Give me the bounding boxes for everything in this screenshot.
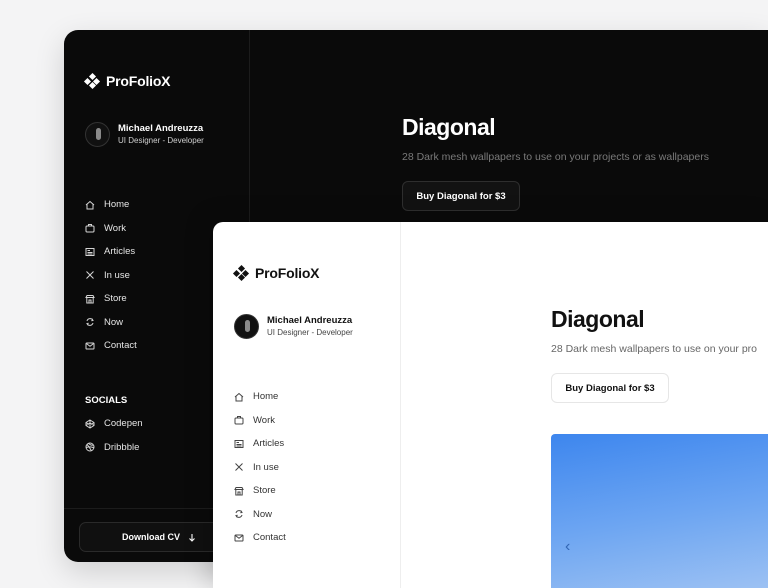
nav-item-now[interactable]: Now [85,311,137,335]
profile-name: Michael Andreuzza [267,315,353,326]
codepen-icon [85,419,95,429]
nav-item-articles[interactable]: Articles [234,432,286,456]
logo-icon [232,264,250,282]
store-icon [85,294,95,304]
brand-name: ProFolioX [106,73,171,89]
briefcase-icon [85,224,95,233]
product-title: Diagonal [402,114,496,140]
briefcase-icon [234,416,244,425]
socials-heading: SOCIALS [85,395,128,406]
nav-item-in-use[interactable]: In use [85,264,137,288]
buy-button[interactable]: Buy Diagonal for $3 [551,373,669,403]
nav-item-work[interactable]: Work [85,217,137,241]
mail-icon [234,534,244,542]
avatar [234,314,259,339]
arrow-down-icon [189,533,195,542]
dark-nav: Home Work Articles In use Store Now Cont… [85,193,137,358]
profile-name: Michael Andreuzza [118,123,204,134]
light-sidebar: ProFolioX Michael Andreuzza UI Designer … [213,222,401,588]
product-subtitle: 28 Dark mesh wallpapers to use on your p… [551,343,758,355]
dribbble-icon [85,442,95,452]
nav-item-work[interactable]: Work [234,409,286,433]
social-label: Codepen [104,418,143,430]
logo-icon [83,72,101,90]
social-item-dribbble[interactable]: Dribbble [85,436,143,460]
profile: Michael Andreuzza UI Designer - Develope… [234,314,353,339]
socials-list: Codepen Dribbble [85,412,143,459]
newspaper-icon [234,439,244,448]
nav-label: Now [104,316,124,328]
nav-label: Articles [253,438,285,450]
nav-label: Home [104,199,130,211]
brand-logo[interactable]: ProFolioX [83,72,171,90]
nav-item-store[interactable]: Store [85,287,137,311]
refresh-icon [235,510,243,519]
nav-item-articles[interactable]: Articles [85,240,137,264]
nav-item-contact[interactable]: Contact [234,526,286,550]
social-item-codepen[interactable]: Codepen [85,412,143,436]
nav-item-contact[interactable]: Contact [85,334,137,358]
brand-logo[interactable]: ProFolioX [232,264,320,282]
refresh-icon [86,318,94,327]
nav-label: Articles [104,246,136,258]
product-subtitle: 28 Dark mesh wallpapers to use on your p… [402,151,709,163]
nav-label: Home [253,391,279,403]
product-title: Diagonal [551,306,645,332]
nav-label: In use [253,461,279,473]
light-nav: Home Work Articles In use Store Now Cont… [234,385,286,550]
newspaper-icon [85,247,95,256]
nav-item-store[interactable]: Store [234,479,286,503]
download-label: Download CV [122,532,180,542]
tools-icon [86,271,94,280]
hero-image: ‹ [551,434,768,588]
nav-label: Contact [253,532,286,544]
home-icon [85,200,95,210]
avatar [85,122,110,147]
nav-label: Store [253,485,276,497]
profile-role: UI Designer - Developer [267,328,353,337]
nav-item-now[interactable]: Now [234,503,286,527]
nav-label: Contact [104,340,137,352]
nav-item-in-use[interactable]: In use [234,456,286,480]
nav-label: Work [104,222,126,234]
profile: Michael Andreuzza UI Designer - Develope… [85,122,204,147]
social-label: Dribbble [104,441,140,453]
tools-icon [235,463,243,472]
buy-button[interactable]: Buy Diagonal for $3 [402,181,520,211]
nav-item-home[interactable]: Home [234,385,286,409]
nav-label: Now [253,508,273,520]
nav-label: In use [104,269,130,281]
light-theme-window: ProFolioX Michael Andreuzza UI Designer … [213,222,768,588]
mail-icon [85,342,95,350]
profile-role: UI Designer - Developer [118,136,204,145]
nav-label: Work [253,414,275,426]
nav-label: Store [104,293,127,305]
home-icon [234,392,244,402]
store-icon [234,486,244,496]
chevron-left-icon[interactable]: ‹ [565,538,570,556]
nav-item-home[interactable]: Home [85,193,137,217]
brand-name: ProFolioX [255,265,320,281]
